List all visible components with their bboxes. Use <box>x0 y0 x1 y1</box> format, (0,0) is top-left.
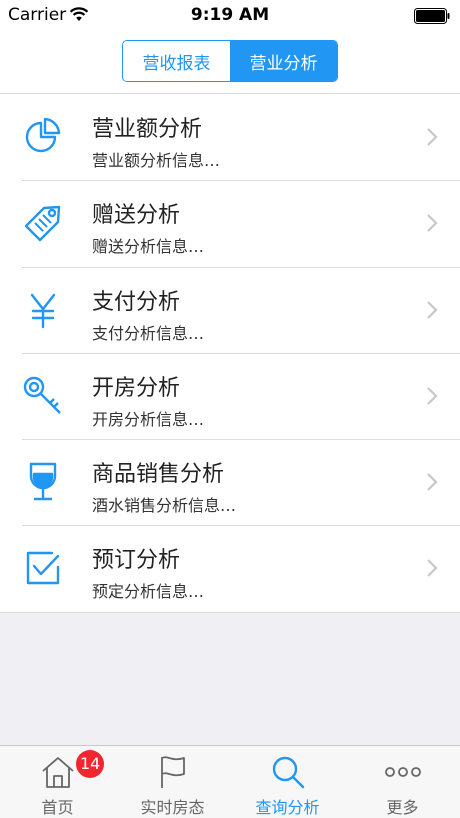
battery-icon <box>414 8 450 24</box>
tab-label: 实时房态 <box>140 798 205 817</box>
chevron-right-icon <box>427 559 438 578</box>
chevron-right-icon <box>427 300 438 319</box>
clock: 9:19 AM <box>190 5 270 25</box>
list-item-payment-analysis[interactable]: 支付分析 支付分析信息… <box>0 266 460 353</box>
navigation-bar: 营收报表 营业分析 <box>0 32 460 94</box>
search-icon <box>272 756 304 789</box>
list-item-product-sales-analysis[interactable]: 商品销售分析 酒水销售分析信息… <box>0 439 460 525</box>
list-item-subtitle: 支付分析信息… <box>92 323 205 343</box>
list-item-revenue-analysis[interactable]: 营业额分析 营业额分析信息… <box>0 94 460 180</box>
checkbox-icon <box>22 547 64 589</box>
key-icon <box>22 375 64 417</box>
chevron-right-icon <box>427 473 438 491</box>
chevron-right-icon <box>427 128 438 146</box>
segment-business-analysis[interactable]: 营业分析 <box>230 41 337 81</box>
list-item-title: 赠送分析 <box>92 203 181 229</box>
segment-revenue-report[interactable]: 营收报表 <box>123 41 230 81</box>
wine-glass-icon <box>22 461 64 503</box>
tab-realtime-room-status[interactable]: 实时房态 <box>115 746 230 818</box>
list-item-title: 支付分析 <box>92 289 181 315</box>
more-icon <box>384 767 421 777</box>
list-item-booking-analysis[interactable]: 预订分析 预定分析信息… <box>0 525 460 611</box>
tab-label: 首页 <box>41 798 74 817</box>
tab-bar: 14 首页 实时房态 查询分析 更多 <box>0 745 460 818</box>
list-item-subtitle: 赠送分析信息… <box>92 237 205 257</box>
list-item-subtitle: 开房分析信息… <box>92 409 205 429</box>
list-item-subtitle: 营业额分析信息… <box>92 151 221 170</box>
chevron-right-icon <box>427 387 438 405</box>
list-item-title: 商品销售分析 <box>92 462 225 488</box>
list-item-gift-analysis[interactable]: 赠送分析 赠送分析信息… <box>0 180 460 266</box>
home-icon <box>41 757 74 788</box>
chevron-right-icon <box>427 214 438 233</box>
list-item-title: 营业额分析 <box>92 117 203 142</box>
status-bar: Carrier 9:19 AM <box>0 0 460 32</box>
segmented-control: 营收报表 营业分析 <box>122 40 338 82</box>
tab-label: 查询分析 <box>255 798 320 817</box>
tag-icon <box>22 202 64 244</box>
list-item-title: 开房分析 <box>92 375 181 401</box>
notification-badge: 14 <box>76 750 105 778</box>
flag-icon <box>160 756 185 788</box>
pie-chart-icon <box>22 116 64 158</box>
list-item-subtitle: 酒水销售分析信息… <box>92 496 237 516</box>
tab-query-analysis[interactable]: 查询分析 <box>230 746 345 818</box>
list-item-subtitle: 预定分析信息… <box>92 582 205 602</box>
tab-label: 更多 <box>386 798 419 817</box>
yen-icon <box>22 289 64 331</box>
list-item-title: 预订分析 <box>92 548 181 574</box>
analysis-list: 营业额分析 营业额分析信息… 赠送分析 赠送分析信息… 支付分析 支付分析信息… <box>0 94 460 613</box>
tab-home[interactable]: 14 首页 <box>0 746 115 818</box>
tab-more[interactable]: 更多 <box>345 746 460 818</box>
list-item-room-analysis[interactable]: 开房分析 开房分析信息… <box>0 352 460 439</box>
